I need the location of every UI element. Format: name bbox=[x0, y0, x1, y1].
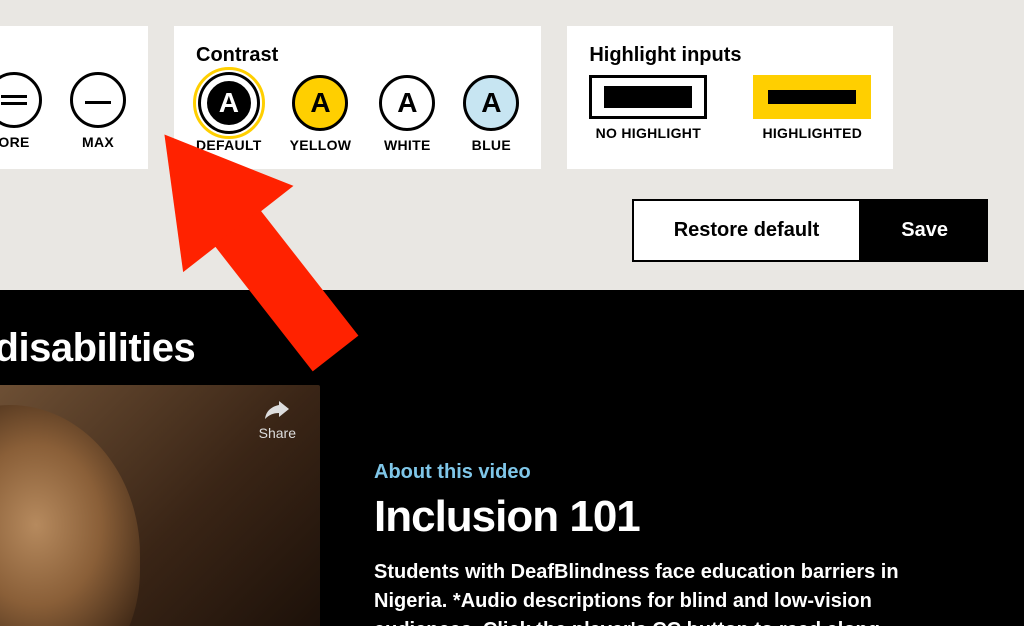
video-description: Students with DeafBlindness face educati… bbox=[374, 558, 934, 626]
video-title: Inclusion 101 bbox=[374, 492, 934, 542]
no-highlight-icon bbox=[589, 75, 707, 119]
accessibility-settings-row: ORE MAX Contrast A DEFAULT A YELLOW bbox=[0, 0, 1024, 169]
video-thumbnail[interactable]: Share bbox=[0, 385, 320, 626]
highlight-option-none[interactable]: NO HIGHLIGHT bbox=[589, 75, 707, 141]
contrast-label: YELLOW bbox=[290, 137, 352, 153]
settings-actions: Restore default Save bbox=[0, 199, 988, 262]
contrast-option-white[interactable]: A WHITE bbox=[379, 75, 435, 153]
highlight-label: NO HIGHLIGHT bbox=[596, 125, 701, 141]
save-button[interactable]: Save bbox=[861, 199, 988, 262]
contrast-label: BLUE bbox=[472, 137, 511, 153]
selection-ring-icon bbox=[193, 67, 265, 139]
about-video-label: About this video bbox=[374, 461, 934, 484]
highlight-title: Highlight inputs bbox=[589, 44, 871, 67]
contrast-option-default[interactable]: A DEFAULT bbox=[196, 75, 262, 153]
line-spacing-panel: ORE MAX bbox=[0, 26, 148, 169]
highlight-inputs-panel: Highlight inputs NO HIGHLIGHT HIGHLIGHTE… bbox=[567, 26, 893, 169]
line-spacing-label: MAX bbox=[82, 134, 114, 150]
contrast-blue-icon: A bbox=[463, 75, 519, 131]
contrast-yellow-icon: A bbox=[292, 75, 348, 131]
line-spacing-label: ORE bbox=[0, 134, 30, 150]
contrast-white-icon: A bbox=[379, 75, 435, 131]
contrast-option-blue[interactable]: A BLUE bbox=[463, 75, 519, 153]
line-spacing-max-icon bbox=[70, 72, 126, 128]
highlight-option-highlighted[interactable]: HIGHLIGHTED bbox=[753, 75, 871, 141]
line-spacing-more-icon bbox=[0, 72, 42, 128]
section-heading: h disabilities bbox=[0, 290, 1024, 371]
share-icon bbox=[265, 401, 289, 421]
line-spacing-option-more[interactable]: ORE bbox=[0, 72, 42, 150]
contrast-option-yellow[interactable]: A YELLOW bbox=[290, 75, 352, 153]
highlighted-icon bbox=[753, 75, 871, 119]
share-label: Share bbox=[259, 425, 296, 441]
restore-default-button[interactable]: Restore default bbox=[632, 199, 862, 262]
video-section: h disabilities Share About this video In… bbox=[0, 290, 1024, 626]
video-metadata: About this video Inclusion 101 Students … bbox=[374, 385, 934, 626]
share-button[interactable]: Share bbox=[259, 401, 296, 441]
contrast-label: DEFAULT bbox=[196, 137, 262, 153]
video-still-image bbox=[0, 405, 140, 626]
contrast-title: Contrast bbox=[196, 44, 519, 67]
highlight-label: HIGHLIGHTED bbox=[762, 125, 862, 141]
contrast-label: WHITE bbox=[384, 137, 431, 153]
line-spacing-option-max[interactable]: MAX bbox=[70, 72, 126, 150]
contrast-panel: Contrast A DEFAULT A YELLOW A WHITE A BL… bbox=[174, 26, 541, 169]
